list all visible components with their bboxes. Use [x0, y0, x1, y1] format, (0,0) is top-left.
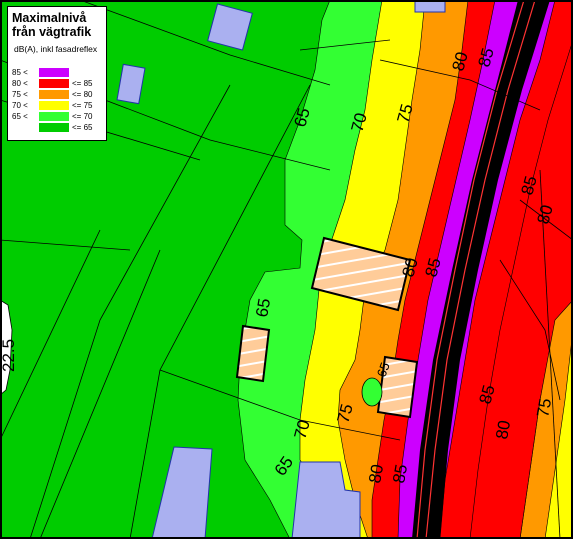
legend-low-label: 80 <: [12, 79, 28, 88]
legend-swatch: [39, 123, 69, 132]
legend-high-label: <= 80: [72, 90, 93, 99]
legend-row: 65 < <= 70: [12, 111, 106, 122]
legend-swatch: [39, 90, 69, 99]
legend-high-label: <= 75: [72, 101, 93, 110]
legend-high-label: <= 65: [72, 123, 93, 132]
building-planned: [235, 324, 271, 383]
legend-row: <= 65: [12, 122, 106, 133]
contour-label: 80: [492, 419, 514, 441]
legend-low-label: 65 <: [12, 112, 28, 121]
legend-swatch: [39, 68, 69, 77]
legend-title: Maximalnivå från vägtrafik: [12, 11, 92, 39]
legend: Maximalnivå från vägtrafik dB(A), inkl f…: [7, 6, 107, 141]
legend-high-label: <= 85: [72, 79, 93, 88]
legend-swatch: [39, 112, 69, 121]
legend-low-label: 70 <: [12, 101, 28, 110]
legend-low-label: 85 <: [12, 68, 28, 77]
legend-row: 70 < <= 75: [12, 100, 106, 111]
legend-row: 85 <: [12, 67, 106, 78]
legend-row: 80 < <= 85: [12, 78, 106, 89]
legend-high-label: <= 70: [72, 112, 93, 121]
contour-label: 75: [533, 397, 555, 419]
legend-subtitle: dB(A), inkl fasadreflex: [14, 44, 98, 54]
contour-label: 85: [389, 463, 411, 485]
legend-swatch: [39, 79, 69, 88]
contour-island: [361, 377, 383, 407]
edge-label: 22.5: [0, 339, 18, 372]
contour-label: 80: [365, 463, 387, 485]
contour-label: 65: [252, 297, 274, 319]
legend-row: 75 < <= 80: [12, 89, 106, 100]
legend-low-label: 75 <: [12, 90, 28, 99]
legend-swatch: [39, 101, 69, 110]
